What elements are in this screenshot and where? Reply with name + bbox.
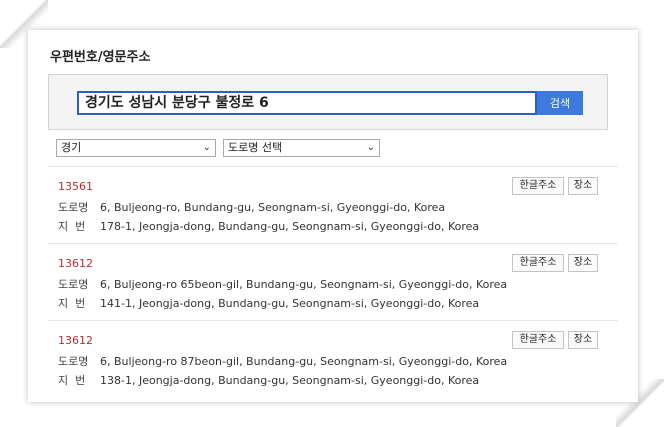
lot-label: 지 번 xyxy=(58,220,86,233)
zip-code[interactable]: 13612 xyxy=(58,257,93,270)
road-address-row: 도로명 6, Buljeong-ro, Bundang-gu, Seongnam-… xyxy=(58,199,445,215)
divider xyxy=(48,166,618,167)
result-item: 13612 한글주소 장소 도로명 6, Buljeong-ro 65beon-g… xyxy=(28,254,638,335)
road-name-select[interactable]: 도로명 선택 ⌄ xyxy=(223,139,380,157)
zip-code[interactable]: 13561 xyxy=(58,180,93,193)
lot-address-row: 지 번 141-1, Jeongja-dong, Bundang-gu, Seon… xyxy=(58,295,479,311)
lot-address-row: 지 번 178-1, Jeongja-dong, Bundang-gu, Seon… xyxy=(58,218,479,234)
search-area: 경기도 성남시 분당구 불정로 6 검색 xyxy=(48,74,608,130)
chevron-down-icon: ⌄ xyxy=(202,142,211,153)
road-select-value: 도로명 선택 xyxy=(228,141,283,154)
lot-address: 178-1, Jeongja-dong, Bundang-gu, Seongna… xyxy=(100,220,480,233)
road-label: 도로명 xyxy=(58,278,89,291)
place-button[interactable]: 장소 xyxy=(568,254,598,272)
panel-title: 우편번호/영문주소 xyxy=(50,50,151,65)
lot-label: 지 번 xyxy=(58,374,86,387)
chevron-down-icon: ⌄ xyxy=(366,142,375,153)
road-address: 6, Buljeong-ro 65beon-gil, Bundang-gu, S… xyxy=(100,278,508,291)
korean-address-button[interactable]: 한글주소 xyxy=(512,254,564,272)
zip-code[interactable]: 13612 xyxy=(58,334,93,347)
road-address: 6, Buljeong-ro 87beon-gil, Bundang-gu, S… xyxy=(100,355,508,368)
road-label: 도로명 xyxy=(58,201,89,214)
region-select[interactable]: 경기 ⌄ xyxy=(56,139,216,157)
divider xyxy=(48,243,618,244)
road-label: 도로명 xyxy=(58,355,89,368)
divider xyxy=(48,320,618,321)
road-address-row: 도로명 6, Buljeong-ro 65beon-gil, Bundang-gu… xyxy=(58,276,507,292)
korean-address-button[interactable]: 한글주소 xyxy=(512,177,564,195)
postal-code-panel: 우편번호/영문주소 경기도 성남시 분당구 불정로 6 검색 경기 ⌄ 도로명 … xyxy=(28,30,638,402)
lot-address: 138-1, Jeongja-dong, Bundang-gu, Seongna… xyxy=(100,374,480,387)
road-address: 6, Buljeong-ro, Bundang-gu, Seongnam-si,… xyxy=(100,201,446,214)
region-select-value: 경기 xyxy=(61,141,82,154)
place-button[interactable]: 장소 xyxy=(568,331,598,349)
road-address-row: 도로명 6, Buljeong-ro 87beon-gil, Bundang-gu… xyxy=(58,353,507,369)
lot-address-row: 지 번 138-1, Jeongja-dong, Bundang-gu, Seon… xyxy=(58,372,479,388)
lot-address: 141-1, Jeongja-dong, Bundang-gu, Seongna… xyxy=(100,297,480,310)
result-item: 13612 한글주소 장소 도로명 6, Buljeong-ro 87beon-g… xyxy=(28,331,638,412)
korean-address-button[interactable]: 한글주소 xyxy=(512,331,564,349)
lot-label: 지 번 xyxy=(58,297,86,310)
search-input[interactable]: 경기도 성남시 분당구 불정로 6 xyxy=(77,91,537,115)
result-item: 13561 한글주소 장소 도로명 6, Buljeong-ro, Bundang… xyxy=(28,177,638,258)
search-button[interactable]: 검색 xyxy=(537,91,583,115)
place-button[interactable]: 장소 xyxy=(568,177,598,195)
